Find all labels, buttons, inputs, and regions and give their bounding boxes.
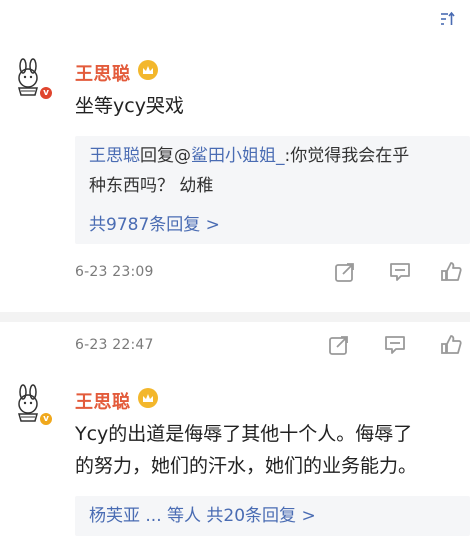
avatar[interactable]: v: [8, 58, 54, 101]
username[interactable]: 王思聪: [75, 388, 131, 414]
comment-icon[interactable]: [389, 261, 411, 283]
comment-icon[interactable]: [384, 334, 406, 356]
reply-preview: 杨芙亚 ... 等人 共20条回复 >: [89, 506, 316, 526]
comment-text: 坐等ycy哭戏: [75, 95, 184, 117]
reply-box[interactable]: 王思聪回复@鲨田小姐姐_:你觉得我会在乎 种东西吗？ 幼稚 共9787条回复 >: [75, 136, 470, 244]
avatar[interactable]: v: [8, 384, 54, 427]
reply-box[interactable]: 杨芙亚 ... 等人 共20条回复 >: [75, 496, 470, 536]
crown-badge-icon: [138, 60, 158, 80]
reply-content: :你觉得我会在乎: [284, 146, 410, 166]
verified-gold-badge-icon: v: [38, 411, 54, 427]
comment-item: 6-23 22:47 v 王思聪 Ycy的出道是侮辱了其他十个人。侮辱了 的努力…: [0, 322, 470, 536]
crown-badge-icon: [138, 388, 158, 408]
comment-text-line-2: 的努力，她们的汗水，她们的业务能力。: [75, 455, 418, 477]
share-icon[interactable]: [328, 334, 350, 356]
reply-line-2: 种东西吗？ 幼稚: [89, 176, 214, 196]
reply-author[interactable]: 王思聪: [89, 146, 140, 166]
share-icon[interactable]: [334, 261, 356, 283]
reply-line-1: 王思聪回复@鲨田小姐姐_:你觉得我会在乎: [89, 144, 409, 168]
username[interactable]: 王思聪: [75, 60, 131, 86]
comment-item: v 王思聪 坐等ycy哭戏 王思聪回复@鲨田小姐姐_:你觉得我会在乎 种东西吗？…: [0, 0, 470, 312]
like-icon[interactable]: [440, 261, 462, 283]
comment-text-line-1: Ycy的出道是侮辱了其他十个人。侮辱了: [75, 423, 413, 445]
divider: [0, 312, 470, 322]
reply-prefix: 回复@: [140, 146, 191, 166]
like-icon[interactable]: [440, 334, 462, 356]
verified-red-badge-icon: v: [38, 85, 54, 101]
timestamp: 6-23 23:09: [75, 264, 154, 280]
reply-count-link[interactable]: 共9787条回复 >: [89, 210, 220, 235]
timestamp: 6-23 22:47: [75, 337, 154, 353]
reply-target[interactable]: 鲨田小姐姐_: [191, 146, 285, 166]
